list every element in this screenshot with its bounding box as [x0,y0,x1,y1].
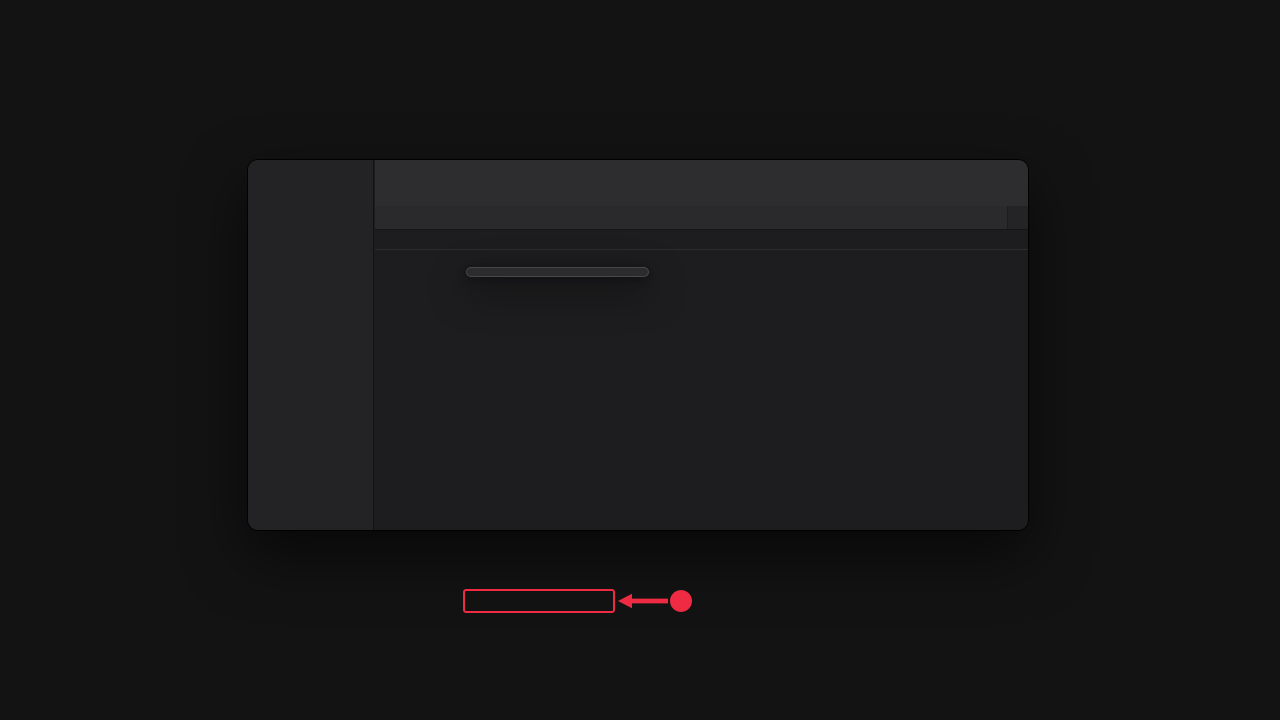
list-header [375,230,1028,250]
close-button[interactable] [262,178,275,191]
toolbar [375,160,1028,206]
window-controls [262,178,315,191]
finder-window [248,160,1028,530]
main-area [375,160,1028,530]
forward-button[interactable] [420,171,442,195]
file-list [375,250,1028,530]
minimize-button[interactable] [282,178,295,191]
annotation-arrow-icon [617,590,668,617]
sidebar [248,160,374,530]
tab-bar [375,206,1028,230]
zoom-button[interactable] [302,178,315,191]
tab-documents[interactable] [375,206,1007,229]
screen [0,0,1280,720]
context-menu [466,267,649,277]
back-button[interactable] [389,171,411,195]
new-tab-button[interactable] [1007,206,1028,229]
toolbar-icons [865,160,1028,206]
annotation-box [463,589,615,613]
annotation-step-badge [670,590,692,612]
